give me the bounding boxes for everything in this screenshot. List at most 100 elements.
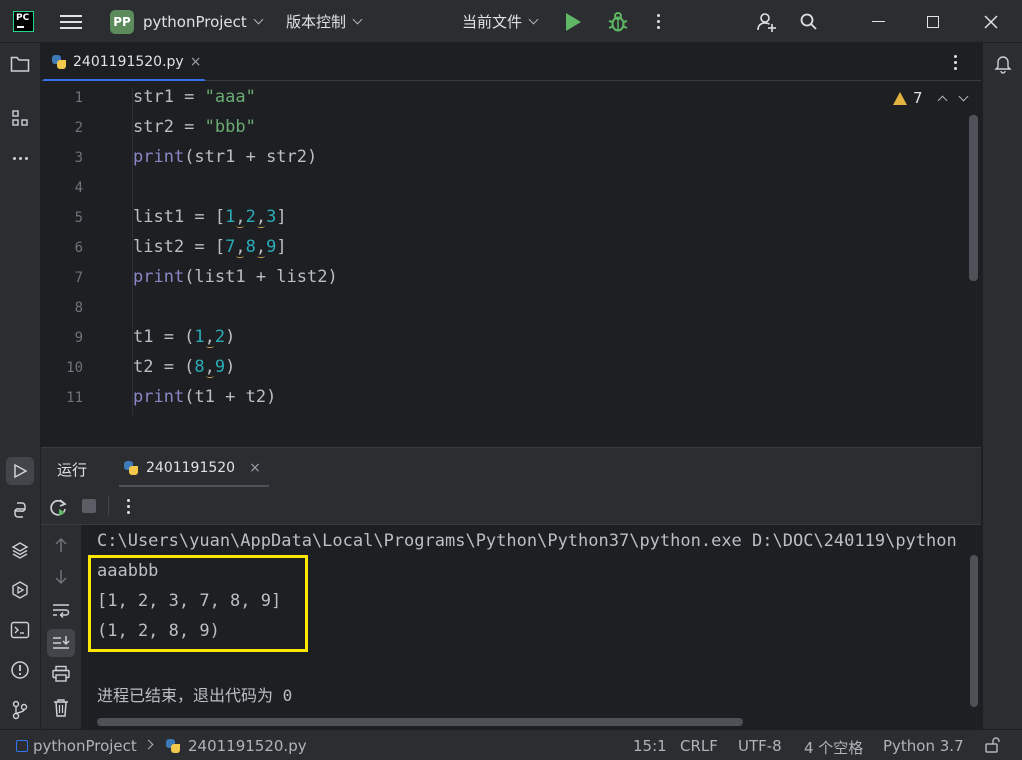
code-token: 1 bbox=[194, 327, 205, 347]
code-line[interactable]: print(t1 + t2) bbox=[133, 387, 276, 407]
title-bar: PC PP pythonProject 版本控制 当前文件 bbox=[0, 0, 1022, 43]
code-token: (str1 + str2) bbox=[184, 147, 318, 167]
code-token: str1 = bbox=[133, 87, 205, 107]
scroll-to-end-icon[interactable] bbox=[47, 629, 75, 657]
code-token: 8 bbox=[245, 237, 256, 257]
code-line[interactable]: str1 = "aaa" bbox=[133, 87, 256, 107]
debug-icon[interactable] bbox=[607, 0, 629, 43]
code-token: 9 bbox=[214, 357, 226, 377]
code-line[interactable]: t1 = (1,2) bbox=[133, 327, 235, 347]
pycharm-logo-icon[interactable]: PC bbox=[13, 11, 34, 32]
code-line[interactable]: print(str1 + str2) bbox=[133, 147, 317, 167]
process-finished-message: 进程已结束，退出代码为 0 bbox=[97, 686, 293, 705]
run-tab[interactable]: 2401191520 × bbox=[119, 448, 269, 488]
line-number: 4 bbox=[74, 180, 83, 196]
python-interpreter[interactable]: Python 3.7 bbox=[883, 737, 964, 755]
code-token: print bbox=[133, 387, 185, 407]
code-token: , bbox=[235, 207, 246, 227]
project-selector[interactable]: pythonProject bbox=[143, 0, 264, 43]
add-user-icon[interactable] bbox=[756, 0, 778, 43]
stop-icon[interactable] bbox=[82, 499, 96, 513]
code-token: str2 = bbox=[133, 117, 205, 137]
scroll-down-icon[interactable] bbox=[52, 568, 70, 590]
run-console-output[interactable]: C:\Users\yuan\AppData\Local\Programs\Pyt… bbox=[81, 525, 981, 729]
code-token: , bbox=[235, 237, 246, 257]
line-number: 8 bbox=[74, 300, 83, 316]
file-encoding[interactable]: UTF-8 bbox=[738, 737, 782, 755]
run-config-label: 当前文件 bbox=[462, 13, 523, 31]
code-token: list1 = [ bbox=[133, 207, 226, 227]
code-line[interactable]: list1 = [1,2,3] bbox=[133, 207, 287, 227]
code-line[interactable]: print(list1 + list2) bbox=[133, 267, 338, 287]
python-run-config-icon bbox=[123, 460, 139, 476]
run-config-selector[interactable]: 当前文件 bbox=[462, 0, 539, 43]
inspection-widget[interactable]: 7 bbox=[893, 89, 968, 107]
run-toolbar bbox=[41, 487, 981, 525]
vcs-menu[interactable]: 版本控制 bbox=[286, 0, 363, 43]
code-token: list2 = [ bbox=[133, 237, 226, 257]
search-icon[interactable] bbox=[799, 0, 819, 43]
project-badge[interactable]: PP bbox=[110, 10, 134, 34]
caret-position[interactable]: 15:1 bbox=[633, 737, 667, 755]
next-highlight-icon[interactable] bbox=[958, 91, 968, 101]
folder-icon[interactable] bbox=[8, 52, 32, 76]
close-tab-icon[interactable]: × bbox=[190, 54, 202, 70]
console-side-toolbar bbox=[41, 525, 81, 729]
services-icon[interactable] bbox=[8, 578, 32, 602]
code-editor[interactable]: 1 2 3 4 5 6 7 8 9 10 11 str1 = "aaa" str2 = "bbb" pr… bbox=[41, 81, 981, 415]
hamburger-menu-icon[interactable] bbox=[60, 0, 86, 43]
status-bar: pythonProject 2401191520.py 15:1 CRLF UT… bbox=[0, 729, 1022, 760]
breadcrumb-project[interactable]: pythonProject bbox=[33, 737, 137, 755]
run-tool-icon[interactable] bbox=[6, 457, 34, 485]
code-line[interactable]: list2 = [7,8,9] bbox=[133, 237, 287, 257]
code-token: "bbb" bbox=[204, 117, 256, 137]
warning-icon bbox=[893, 91, 907, 105]
previous-highlight-icon[interactable] bbox=[937, 95, 947, 105]
scroll-up-icon[interactable] bbox=[52, 536, 70, 558]
minimize-icon[interactable] bbox=[853, 0, 903, 43]
print-icon[interactable] bbox=[51, 665, 71, 687]
run-more-icon[interactable] bbox=[127, 499, 130, 514]
clear-all-trash-icon[interactable] bbox=[52, 698, 70, 722]
editor-tab[interactable]: 2401191520.py × bbox=[43, 43, 205, 82]
more-icon[interactable] bbox=[657, 0, 660, 43]
editor-tab-label: 2401191520.py bbox=[73, 54, 184, 70]
editor-scrollbar[interactable] bbox=[969, 115, 978, 281]
indent-setting[interactable]: 4 个空格 bbox=[804, 737, 863, 758]
more-tools-icon[interactable] bbox=[8, 146, 32, 170]
right-tool-strip bbox=[982, 43, 1022, 729]
git-icon[interactable] bbox=[8, 698, 32, 722]
run-icon[interactable] bbox=[566, 0, 581, 43]
maximize-icon[interactable] bbox=[908, 0, 958, 43]
close-run-tab-icon[interactable]: × bbox=[249, 460, 261, 476]
terminal-icon[interactable] bbox=[8, 618, 32, 642]
code-line[interactable]: t2 = (8,9) bbox=[133, 357, 235, 377]
rerun-icon[interactable] bbox=[47, 496, 69, 518]
notifications-bell-icon[interactable] bbox=[991, 52, 1015, 76]
unlock-icon[interactable] bbox=[983, 736, 1001, 758]
soft-wrap-icon[interactable] bbox=[51, 601, 71, 623]
problems-icon[interactable] bbox=[8, 658, 32, 682]
line-separator[interactable]: CRLF bbox=[680, 737, 718, 755]
code-token: ] bbox=[276, 207, 287, 227]
line-number-gutter: 1 2 3 4 5 6 7 8 9 10 11 bbox=[41, 81, 133, 415]
close-icon[interactable] bbox=[966, 0, 1016, 43]
structure-icon[interactable] bbox=[8, 106, 32, 130]
code-token: , bbox=[204, 327, 215, 347]
app-logo-text: PC bbox=[16, 13, 30, 23]
code-token: 7 bbox=[225, 237, 236, 257]
tab-options-icon[interactable] bbox=[954, 55, 957, 70]
console-vertical-scrollbar[interactable] bbox=[970, 555, 978, 707]
breadcrumb-file[interactable]: 2401191520.py bbox=[188, 737, 307, 755]
console-horizontal-scrollbar[interactable] bbox=[97, 718, 743, 726]
run-panel-title: 运行 bbox=[57, 461, 88, 479]
module-icon bbox=[16, 740, 28, 752]
python-console-icon[interactable] bbox=[8, 498, 32, 522]
code-token: 2 bbox=[245, 207, 256, 227]
breadcrumb-chevron-icon bbox=[143, 739, 154, 750]
code-line[interactable]: str2 = "bbb" bbox=[133, 117, 256, 137]
code-token: , bbox=[255, 207, 267, 227]
layers-icon[interactable] bbox=[8, 538, 32, 562]
code-token: , bbox=[204, 357, 215, 377]
console-command-line: C:\Users\yuan\AppData\Local\Programs\Pyt… bbox=[97, 531, 957, 551]
